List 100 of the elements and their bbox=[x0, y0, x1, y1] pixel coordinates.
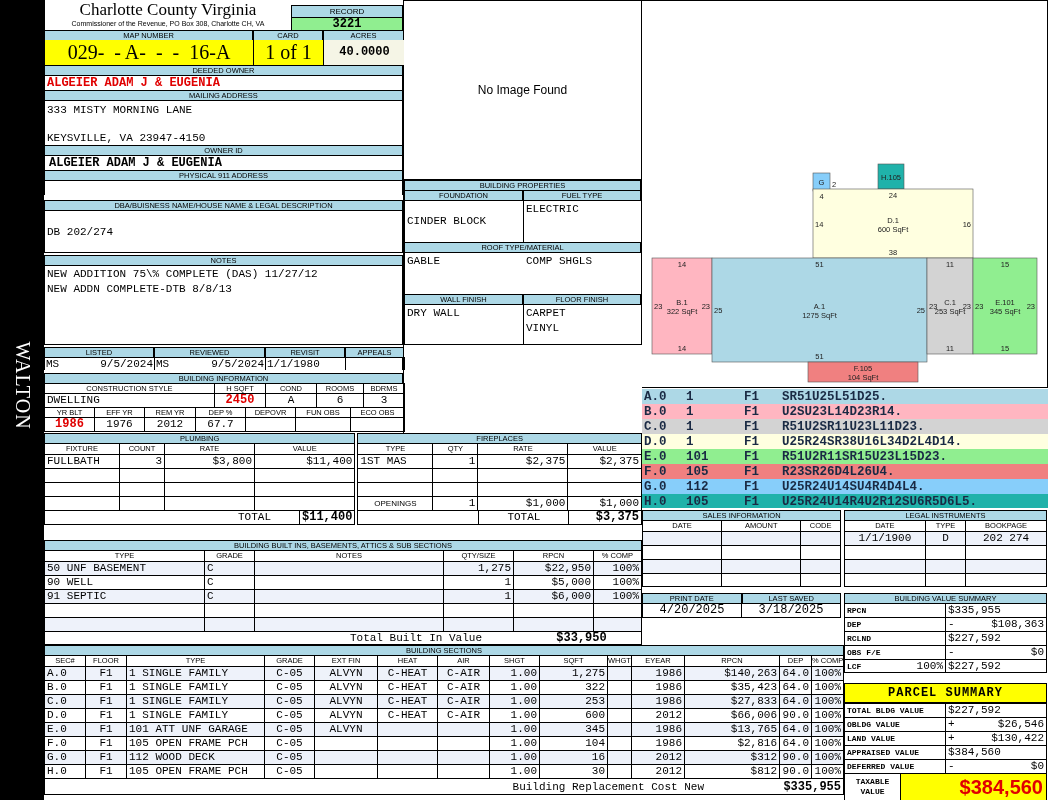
table-cell: 1 SINGLE FAMILY bbox=[127, 666, 265, 680]
table-cell: C bbox=[205, 575, 255, 589]
table-cell: C bbox=[205, 589, 255, 603]
sign-mark: + bbox=[948, 718, 955, 731]
floor-code: F1 bbox=[744, 404, 760, 419]
sign-mark: - bbox=[948, 618, 955, 631]
table-cell: $66,006 bbox=[685, 708, 780, 722]
parcel-summary-title: PARCEL SUMMARY bbox=[844, 683, 1047, 703]
table-cell: C-05 bbox=[265, 694, 315, 708]
table-cell: $812 bbox=[685, 764, 780, 778]
field-value: 029- - A- - - 16-A bbox=[45, 40, 254, 65]
vector-string: SR51U25L51D25. bbox=[782, 389, 889, 404]
empty-cell bbox=[120, 496, 165, 510]
table-cell: 112 WOOD DECK bbox=[127, 750, 265, 764]
field-value: COMP SHGLS bbox=[526, 253, 593, 269]
table-cell: $3,375 bbox=[569, 510, 642, 525]
table-cell: F1 bbox=[86, 764, 127, 778]
table-cell: F1 bbox=[86, 680, 127, 694]
table-cell: 1.00 bbox=[490, 750, 540, 764]
section-code: 1 bbox=[686, 389, 695, 404]
table-cell: $11,400 bbox=[255, 454, 356, 468]
table-cell: C-05 bbox=[265, 750, 315, 764]
section-code: 101 bbox=[686, 449, 710, 464]
table-cell: $2,816 bbox=[685, 736, 780, 750]
table-cell: 1ST MAS bbox=[358, 454, 434, 468]
floor-code: F1 bbox=[744, 389, 760, 404]
field-value: GABLE bbox=[407, 253, 441, 269]
empty-cell bbox=[433, 468, 479, 482]
table-cell: 1986 bbox=[632, 694, 685, 708]
field-value: KEYSVILLE, VA 23947-4150 bbox=[47, 131, 207, 145]
value-label: OBLDG VALUE bbox=[847, 719, 900, 731]
field-value: A bbox=[266, 393, 317, 407]
table-cell: ALVYN bbox=[315, 708, 378, 722]
table-cell: 1.00 bbox=[490, 736, 540, 750]
vector-string: R23SR26D4L26U4. bbox=[782, 464, 896, 479]
field-value: 3 bbox=[364, 393, 405, 407]
table-cell: 90 WELL bbox=[45, 575, 205, 589]
section-id: H.0 bbox=[644, 494, 668, 509]
table-cell: 1986 bbox=[632, 680, 685, 694]
table-cell: 100% bbox=[594, 575, 642, 589]
amount-value: $335,955 bbox=[948, 604, 1001, 617]
table-cell: OPENINGS bbox=[358, 496, 434, 510]
table-cell: 1 SINGLE FAMILY bbox=[127, 708, 265, 722]
table-cell: C-HEAT bbox=[378, 680, 438, 694]
field-value: VINYL bbox=[526, 321, 560, 337]
table-cell: C-AIR bbox=[438, 694, 490, 708]
table-cell: 1 SINGLE FAMILY bbox=[127, 694, 265, 708]
section-code: 112 bbox=[686, 479, 710, 494]
county-title: Charlotte County Virginia bbox=[79, 0, 257, 19]
table-cell: 100% bbox=[812, 736, 844, 750]
table-cell: F1 bbox=[86, 750, 127, 764]
section-id: D.0 bbox=[644, 434, 668, 449]
section-id: E.0 bbox=[644, 449, 668, 464]
date-value: 4/20/2025 bbox=[643, 603, 742, 618]
table-cell: $5,000 bbox=[514, 575, 594, 589]
table-cell: C-AIR bbox=[438, 708, 490, 722]
table-cell: 105 OPEN FRAME PCH bbox=[127, 736, 265, 750]
table-cell: $11,400 bbox=[300, 510, 356, 525]
table-cell: C-05 bbox=[265, 764, 315, 778]
value-label: LCF bbox=[847, 661, 862, 672]
table-cell: C-05 bbox=[265, 680, 315, 694]
field-value: 40.0000 bbox=[324, 40, 405, 65]
table-cell: $22,950 bbox=[514, 561, 594, 575]
record-number: 3221 bbox=[291, 17, 403, 30]
field-value: 333 MISTY MORNING LANE bbox=[47, 103, 194, 117]
table-cell: C-05 bbox=[265, 708, 315, 722]
table-cell: C-05 bbox=[265, 722, 315, 736]
field-value: 1986 bbox=[45, 417, 95, 432]
table-cell: 1,275 bbox=[540, 666, 608, 680]
floor-code: F1 bbox=[744, 494, 760, 509]
table-cell: 1986 bbox=[632, 666, 685, 680]
table-cell: $27,833 bbox=[685, 694, 780, 708]
table-cell: 16 bbox=[540, 750, 608, 764]
table-cell: D.0 bbox=[45, 708, 86, 722]
table-cell: 100% bbox=[812, 680, 844, 694]
field-value: DRY WALL bbox=[407, 306, 461, 322]
section-id: G.0 bbox=[644, 479, 668, 494]
table-cell: $35,423 bbox=[685, 680, 780, 694]
field-value: ALGEIER ADAM J & EUGENIA bbox=[47, 76, 221, 90]
table-cell: 64.0 bbox=[780, 680, 812, 694]
section-code: 1 bbox=[686, 434, 695, 449]
table-cell: $6,000 bbox=[514, 589, 594, 603]
table-cell: D bbox=[925, 531, 967, 545]
table-cell: 1.00 bbox=[490, 722, 540, 736]
empty-cell bbox=[120, 482, 165, 496]
table-cell: 100% bbox=[812, 708, 844, 722]
field-value: DWELLING bbox=[45, 393, 215, 407]
table-cell: 2012 bbox=[632, 764, 685, 778]
table-cell: 253 bbox=[540, 694, 608, 708]
table-cell: G.0 bbox=[45, 750, 86, 764]
table-cell: $33,950 bbox=[522, 631, 642, 645]
table-cell: 104 bbox=[540, 736, 608, 750]
table-cell: 100% bbox=[812, 750, 844, 764]
table-cell: 3 bbox=[120, 454, 165, 468]
floor-code: F1 bbox=[744, 449, 760, 464]
field-value: DB 202/274 bbox=[47, 224, 114, 239]
empty-cell bbox=[433, 482, 479, 496]
section-code: 105 bbox=[686, 464, 710, 479]
table-cell: 1 bbox=[433, 496, 479, 510]
amount-value: $108,363 bbox=[991, 618, 1044, 631]
